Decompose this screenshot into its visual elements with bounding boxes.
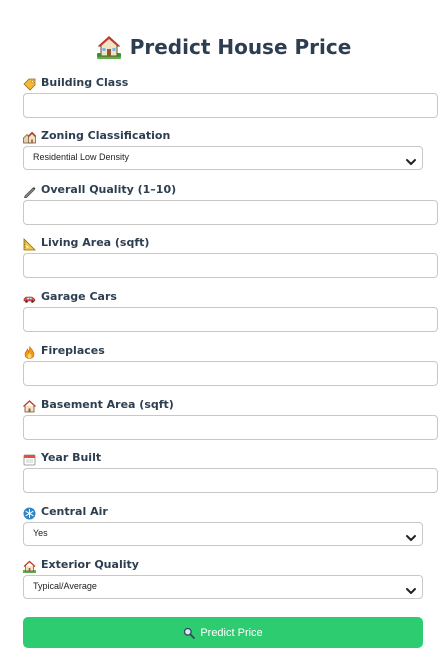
living-area-label: Living Area (sqft) [41, 235, 150, 249]
garage-cars-input[interactable] [23, 307, 438, 332]
fireplaces-label: Fireplaces [41, 343, 105, 357]
year-built-field: Year Built [23, 449, 438, 493]
central-air-select-value: Yes [33, 528, 48, 538]
overall-quality-field: Overall Quality (1–10) [23, 181, 438, 225]
predict-price-button[interactable]: Predict Price [23, 617, 423, 648]
page-header: Predict House Price [0, 30, 447, 64]
pen-icon [23, 183, 36, 198]
predict-price-button-label: Predict Price [200, 626, 263, 639]
page-title: Predict House Price [129, 35, 352, 59]
ruler-icon [23, 236, 36, 250]
year-built-input[interactable] [23, 468, 438, 493]
magnifier-icon [183, 627, 196, 639]
building-class-input[interactable] [23, 93, 438, 118]
tag-icon [23, 76, 36, 91]
zoning-select[interactable]: Residential Low Density [23, 146, 423, 170]
living-area-input[interactable] [23, 253, 438, 278]
chevron-down-icon [405, 529, 417, 541]
living-area-field: Living Area (sqft) [23, 234, 438, 278]
house-icon [23, 398, 36, 412]
year-built-label: Year Built [41, 450, 102, 464]
exterior-quality-field: Exterior Quality Typical/Average [23, 556, 423, 599]
exterior-quality-label: Exterior Quality [41, 557, 139, 571]
houses-icon [23, 129, 37, 143]
car-icon [23, 290, 36, 303]
central-air-label: Central Air [41, 504, 108, 518]
prediction-form-page: Predict House Price Building Class Zonin… [0, 0, 447, 666]
overall-quality-label: Overall Quality (1–10) [41, 182, 177, 196]
chevron-down-icon [405, 153, 417, 165]
building-class-field: Building Class [23, 74, 438, 118]
basement-area-input[interactable] [23, 415, 438, 440]
house-with-garden-icon [96, 34, 122, 60]
chevron-down-icon [405, 582, 417, 594]
exterior-quality-select[interactable]: Typical/Average [23, 575, 423, 599]
zoning-select-value: Residential Low Density [33, 152, 130, 162]
house-with-garden-icon [23, 558, 36, 573]
garage-cars-field: Garage Cars [23, 288, 438, 332]
fireplaces-field: Fireplaces [23, 342, 438, 386]
zoning-field: Zoning Classification Residential Low De… [23, 127, 423, 170]
zoning-label: Zoning Classification [41, 128, 171, 142]
exterior-quality-select-value: Typical/Average [33, 581, 97, 591]
building-class-label: Building Class [41, 75, 129, 89]
garage-cars-label: Garage Cars [41, 289, 117, 303]
central-air-select[interactable]: Yes [23, 522, 423, 546]
central-air-field: Central Air Yes [23, 503, 423, 546]
fireplaces-input[interactable] [23, 361, 438, 386]
fire-icon [23, 344, 36, 359]
basement-area-label: Basement Area (sqft) [41, 397, 174, 411]
snowflake-icon [23, 505, 36, 519]
basement-area-field: Basement Area (sqft) [23, 396, 438, 440]
overall-quality-input[interactable] [23, 200, 438, 225]
calendar-icon [23, 451, 36, 465]
